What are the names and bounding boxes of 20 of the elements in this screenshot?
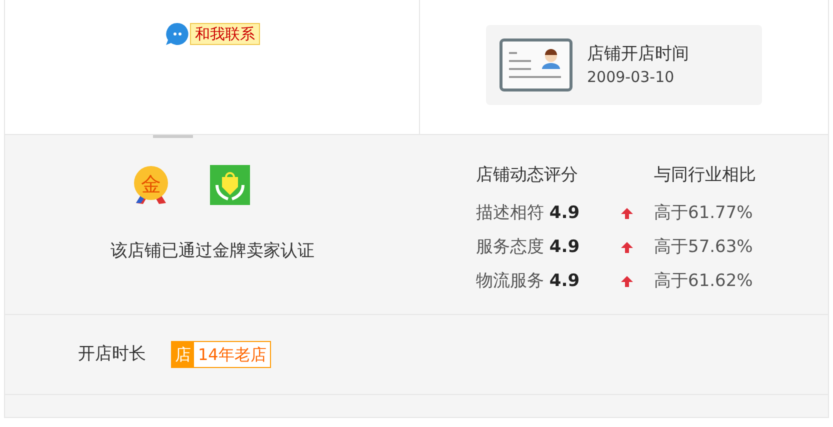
open-date-title: 店铺开店时间 — [587, 42, 689, 66]
comparison-value: 高于61.62% — [654, 270, 753, 294]
ratings-heading: 店铺动态评分 — [476, 164, 579, 188]
shop-age-label: 开店时长 — [78, 342, 146, 366]
certification-text: 该店铺已通过金牌卖家认证 — [110, 240, 314, 263]
comparison-heading: 与同行业相比 — [654, 164, 756, 188]
rating-item: 物流服务 4.9 — [476, 270, 581, 294]
comparison-value: 高于61.77% — [654, 202, 753, 226]
chat-bubble-icon — [164, 22, 190, 46]
rating-item: 描述相符 4.9 — [476, 202, 581, 226]
comparison-value: 高于57.63% — [654, 236, 753, 260]
id-card-icon — [499, 38, 573, 92]
protection-hands-icon — [210, 165, 250, 205]
contact-link[interactable]: 和我联系 — [190, 23, 260, 45]
rating-item: 服务态度 4.9 — [476, 236, 581, 260]
shop-age-tag: 店 14年老店 — [171, 341, 272, 368]
medal-icon — [134, 166, 168, 200]
open-date: 2009-03-10 — [587, 66, 676, 88]
medal-character: 金 — [140, 172, 160, 196]
medal-ribbon-icon — [136, 195, 166, 204]
